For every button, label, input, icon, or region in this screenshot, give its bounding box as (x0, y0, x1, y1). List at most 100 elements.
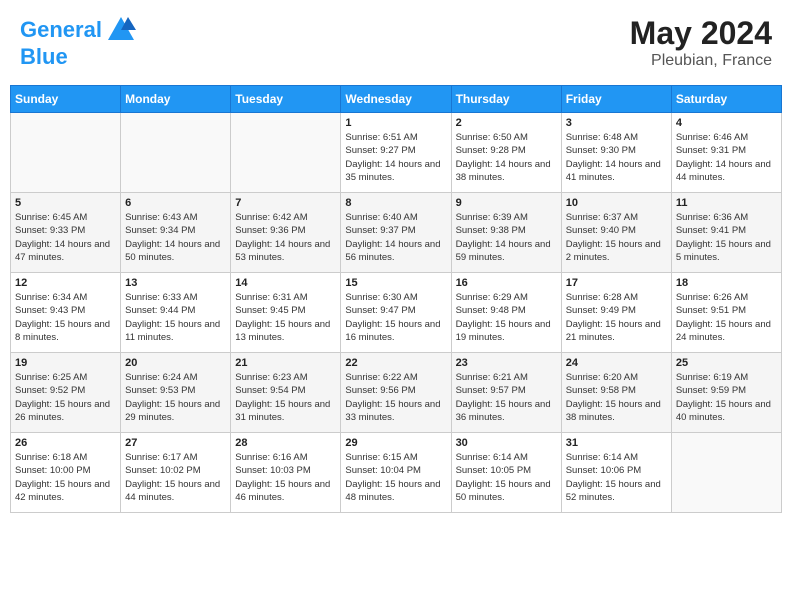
day-number: 20 (125, 357, 226, 369)
day-number: 29 (345, 437, 446, 449)
day-info: Sunrise: 6:43 AM Sunset: 9:34 PM Dayligh… (125, 211, 226, 264)
day-info: Sunrise: 6:33 AM Sunset: 9:44 PM Dayligh… (125, 291, 226, 344)
day-number: 7 (235, 197, 336, 209)
day-info: Sunrise: 6:14 AM Sunset: 10:05 PM Daylig… (456, 451, 557, 504)
calendar-week-row: 26 Sunrise: 6:18 AM Sunset: 10:00 PM Dayl… (11, 433, 782, 513)
calendar-cell: 2 Sunrise: 6:50 AM Sunset: 9:28 PM Daylig… (451, 113, 561, 193)
calendar-week-row: 5Sunrise: 6:45 AM Sunset: 9:33 PM Daylig… (11, 193, 782, 273)
calendar-cell: 16Sunrise: 6:29 AM Sunset: 9:48 PM Dayli… (451, 273, 561, 353)
calendar-cell: 9Sunrise: 6:39 AM Sunset: 9:38 PM Daylig… (451, 193, 561, 273)
day-info: Sunrise: 6:17 AM Sunset: 10:02 PM Daylig… (125, 451, 226, 504)
calendar-cell: 10 Sunrise: 6:37 AM Sunset: 9:40 PM Dayli… (561, 193, 671, 273)
calendar-cell: 17 Sunrise: 6:28 AM Sunset: 9:49 PM Dayli… (561, 273, 671, 353)
day-number: 12 (15, 277, 116, 289)
day-info: Sunrise: 6:18 AM Sunset: 10:00 PM Daylig… (15, 451, 116, 504)
day-number: 11 (676, 197, 777, 209)
day-number: 27 (125, 437, 226, 449)
calendar-cell: 23 Sunrise: 6:21 AM Sunset: 9:57 PM Dayli… (451, 353, 561, 433)
day-info: Sunrise: 6:51 AM Sunset: 9:27 PM Dayligh… (345, 131, 446, 184)
day-number: 30 (456, 437, 557, 449)
logo-blue-text: Blue (20, 45, 136, 69)
calendar-cell: 29Sunrise: 6:15 AM Sunset: 10:04 PM Dayl… (341, 433, 451, 513)
day-of-week-header: Friday (561, 86, 671, 113)
day-info: Sunrise: 6:46 AM Sunset: 9:31 PM Dayligh… (676, 131, 777, 184)
day-info: Sunrise: 6:37 AM Sunset: 9:40 PM Dayligh… (566, 211, 667, 264)
day-info: Sunrise: 6:28 AM Sunset: 9:49 PM Dayligh… (566, 291, 667, 344)
day-number: 6 (125, 197, 226, 209)
calendar-body: 1 Sunrise: 6:51 AM Sunset: 9:27 PM Daylig… (11, 113, 782, 513)
day-info: Sunrise: 6:20 AM Sunset: 9:58 PM Dayligh… (566, 371, 667, 424)
day-info: Sunrise: 6:40 AM Sunset: 9:37 PM Dayligh… (345, 211, 446, 264)
calendar-cell: 27 Sunrise: 6:17 AM Sunset: 10:02 PM Dayl… (121, 433, 231, 513)
day-of-week-header: Monday (121, 86, 231, 113)
day-number: 2 (456, 117, 557, 129)
day-info: Sunrise: 6:30 AM Sunset: 9:47 PM Dayligh… (345, 291, 446, 344)
calendar-cell: 3Sunrise: 6:48 AM Sunset: 9:30 PM Daylig… (561, 113, 671, 193)
day-number: 8 (345, 197, 446, 209)
day-of-week-header: Saturday (671, 86, 781, 113)
day-info: Sunrise: 6:19 AM Sunset: 9:59 PM Dayligh… (676, 371, 777, 424)
calendar-cell: 7 Sunrise: 6:42 AM Sunset: 9:36 PM Daylig… (231, 193, 341, 273)
day-number: 1 (345, 117, 446, 129)
day-of-week-header: Tuesday (231, 86, 341, 113)
day-number: 21 (235, 357, 336, 369)
calendar-cell (121, 113, 231, 193)
day-info: Sunrise: 6:42 AM Sunset: 9:36 PM Dayligh… (235, 211, 336, 264)
calendar-cell: 1 Sunrise: 6:51 AM Sunset: 9:27 PM Daylig… (341, 113, 451, 193)
day-info: Sunrise: 6:24 AM Sunset: 9:53 PM Dayligh… (125, 371, 226, 424)
day-info: Sunrise: 6:14 AM Sunset: 10:06 PM Daylig… (566, 451, 667, 504)
calendar-header: SundayMondayTuesdayWednesdayThursdayFrid… (11, 86, 782, 113)
day-number: 22 (345, 357, 446, 369)
day-number: 4 (676, 117, 777, 129)
day-of-week-header: Sunday (11, 86, 121, 113)
day-number: 14 (235, 277, 336, 289)
day-number: 13 (125, 277, 226, 289)
day-number: 17 (566, 277, 667, 289)
calendar-cell (11, 113, 121, 193)
calendar-cell: 19 Sunrise: 6:25 AM Sunset: 9:52 PM Dayli… (11, 353, 121, 433)
day-of-week-header: Thursday (451, 86, 561, 113)
day-info: Sunrise: 6:22 AM Sunset: 9:56 PM Dayligh… (345, 371, 446, 424)
calendar-cell: 25 Sunrise: 6:19 AM Sunset: 9:59 PM Dayli… (671, 353, 781, 433)
calendar-week-row: 1 Sunrise: 6:51 AM Sunset: 9:27 PM Daylig… (11, 113, 782, 193)
title-block: May 2024 Pleubian, France (630, 15, 772, 70)
logo: General Blue (20, 15, 136, 69)
calendar-cell: 15 Sunrise: 6:30 AM Sunset: 9:47 PM Dayli… (341, 273, 451, 353)
day-info: Sunrise: 6:26 AM Sunset: 9:51 PM Dayligh… (676, 291, 777, 344)
day-info: Sunrise: 6:16 AM Sunset: 10:03 PM Daylig… (235, 451, 336, 504)
day-info: Sunrise: 6:34 AM Sunset: 9:43 PM Dayligh… (15, 291, 116, 344)
calendar-cell: 28Sunrise: 6:16 AM Sunset: 10:03 PM Dayl… (231, 433, 341, 513)
day-number: 15 (345, 277, 446, 289)
day-info: Sunrise: 6:29 AM Sunset: 9:48 PM Dayligh… (456, 291, 557, 344)
day-number: 25 (676, 357, 777, 369)
calendar-cell: 21 Sunrise: 6:23 AM Sunset: 9:54 PM Dayli… (231, 353, 341, 433)
calendar-cell: 12 Sunrise: 6:34 AM Sunset: 9:43 PM Dayli… (11, 273, 121, 353)
day-of-week-header: Wednesday (341, 86, 451, 113)
calendar-cell: 26 Sunrise: 6:18 AM Sunset: 10:00 PM Dayl… (11, 433, 121, 513)
calendar-cell: 11 Sunrise: 6:36 AM Sunset: 9:41 PM Dayli… (671, 193, 781, 273)
day-number: 10 (566, 197, 667, 209)
calendar-cell: 4 Sunrise: 6:46 AM Sunset: 9:31 PM Daylig… (671, 113, 781, 193)
calendar-cell: 6 Sunrise: 6:43 AM Sunset: 9:34 PM Daylig… (121, 193, 231, 273)
day-info: Sunrise: 6:50 AM Sunset: 9:28 PM Dayligh… (456, 131, 557, 184)
calendar-cell: 18Sunrise: 6:26 AM Sunset: 9:51 PM Dayli… (671, 273, 781, 353)
day-number: 3 (566, 117, 667, 129)
day-info: Sunrise: 6:21 AM Sunset: 9:57 PM Dayligh… (456, 371, 557, 424)
day-number: 24 (566, 357, 667, 369)
calendar-cell: 24 Sunrise: 6:20 AM Sunset: 9:58 PM Dayli… (561, 353, 671, 433)
day-info: Sunrise: 6:23 AM Sunset: 9:54 PM Dayligh… (235, 371, 336, 424)
day-number: 23 (456, 357, 557, 369)
day-info: Sunrise: 6:25 AM Sunset: 9:52 PM Dayligh… (15, 371, 116, 424)
day-number: 26 (15, 437, 116, 449)
month-title: May 2024 (630, 15, 772, 52)
logo-icon (106, 15, 136, 45)
day-number: 5 (15, 197, 116, 209)
calendar-cell: 20 Sunrise: 6:24 AM Sunset: 9:53 PM Dayli… (121, 353, 231, 433)
location-title: Pleubian, France (630, 52, 772, 70)
day-info: Sunrise: 6:36 AM Sunset: 9:41 PM Dayligh… (676, 211, 777, 264)
calendar-cell: 14 Sunrise: 6:31 AM Sunset: 9:45 PM Dayli… (231, 273, 341, 353)
calendar-table: SundayMondayTuesdayWednesdayThursdayFrid… (10, 85, 782, 513)
day-number: 19 (15, 357, 116, 369)
day-info: Sunrise: 6:31 AM Sunset: 9:45 PM Dayligh… (235, 291, 336, 344)
page-header: General Blue May 2024 Pleubian, France (10, 10, 782, 75)
